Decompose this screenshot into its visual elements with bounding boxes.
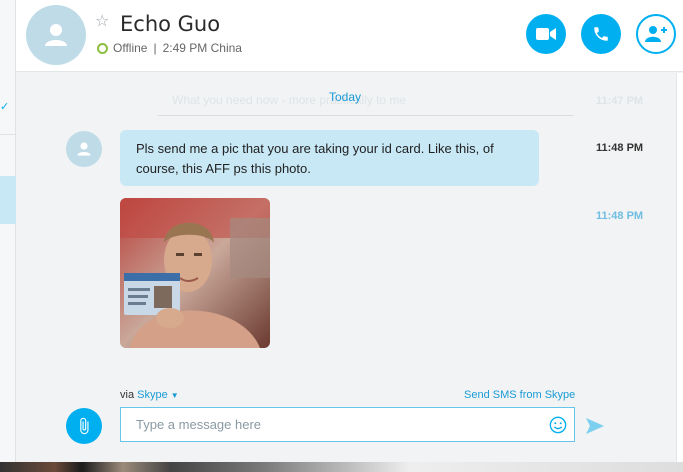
message-timestamp: 11:48 PM — [596, 142, 644, 154]
taskbar-edge — [0, 462, 683, 472]
sidebar-edge: ✓ — [0, 0, 16, 462]
attach-file-button[interactable] — [66, 408, 102, 444]
person-icon — [45, 24, 67, 46]
video-call-button[interactable] — [526, 14, 566, 54]
sidebar-divider — [0, 134, 16, 135]
photo-id-card-image — [120, 198, 270, 348]
send-sms-link[interactable]: Send SMS from Skype — [464, 389, 575, 401]
status-text: Offline — [113, 41, 148, 55]
check-icon: ✓ — [0, 101, 10, 113]
favorite-star-icon[interactable]: ☆ — [95, 14, 109, 30]
chevron-down-icon[interactable]: ▼ — [171, 391, 179, 400]
offline-status-icon: Offline — [97, 41, 147, 55]
local-time: 2:49 PM China — [162, 41, 242, 55]
compose-area: via Skype ▼ Send SMS from Skype — [16, 383, 676, 462]
status-separator: | — [153, 41, 157, 55]
via-service[interactable]: Skype — [137, 389, 168, 401]
sender-avatar[interactable] — [66, 131, 102, 167]
add-person-icon — [645, 26, 667, 42]
message-history[interactable]: What you need now - more practically to … — [16, 73, 676, 383]
image-timestamp: 11:48 PM — [596, 210, 644, 222]
shared-photo[interactable] — [120, 198, 270, 348]
paperclip-icon — [80, 417, 89, 435]
person-icon — [77, 142, 91, 156]
date-divider-label: Today — [329, 90, 362, 104]
emoticon-icon[interactable] — [549, 416, 567, 434]
contact-avatar[interactable] — [26, 5, 86, 65]
via-service-selector[interactable]: via Skype ▼ — [120, 389, 179, 401]
date-divider-line — [158, 115, 574, 116]
add-people-button[interactable] — [636, 14, 676, 54]
previous-message-time: 11:47 PM — [596, 95, 644, 107]
message-input-box[interactable] — [120, 407, 575, 442]
phone-icon — [594, 27, 608, 41]
send-icon[interactable] — [586, 418, 604, 434]
scrollbar-track[interactable] — [676, 73, 683, 462]
video-camera-icon — [536, 28, 556, 40]
sidebar-selected-item[interactable] — [0, 176, 16, 224]
skype-window: ✓ ☆ Echo Guo Offline | 2:49 PM China Wha… — [0, 0, 683, 472]
via-label: via — [120, 389, 135, 401]
conversation-header: ☆ Echo Guo Offline | 2:49 PM China — [16, 0, 683, 72]
contact-name[interactable]: Echo Guo — [120, 12, 220, 36]
previous-message-faded: What you need now - more practically to … — [172, 93, 407, 107]
message-input[interactable] — [121, 408, 541, 441]
message-bubble[interactable]: Pls send me a pic that you are taking yo… — [120, 130, 539, 186]
audio-call-button[interactable] — [581, 14, 621, 54]
contact-status-line: Offline | 2:49 PM China — [97, 41, 242, 55]
